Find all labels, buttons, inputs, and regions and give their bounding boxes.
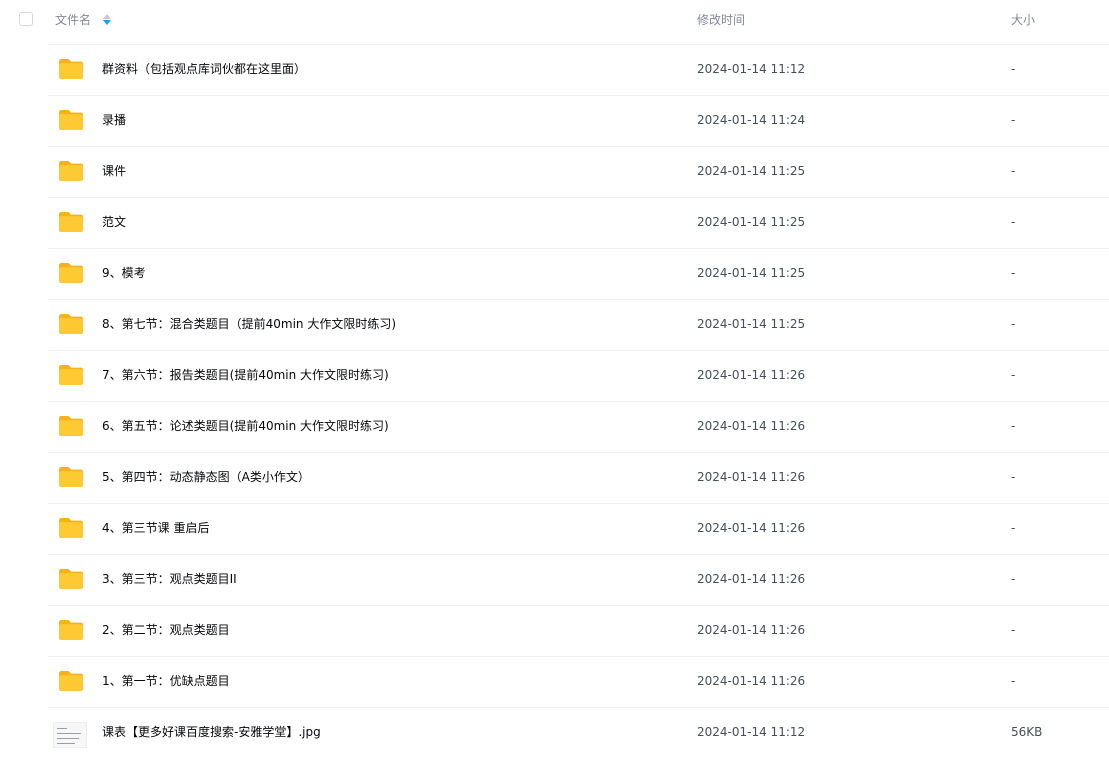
- sort-asc-arrow-icon: [102, 13, 111, 19]
- folder-icon: [58, 517, 84, 539]
- file-row[interactable]: 3、第三节：观点类题目II 2024-01-14 11:26 -: [48, 555, 1109, 606]
- file-modified-time: 2024-01-14 11:12: [697, 62, 806, 76]
- file-size: -: [1011, 266, 1016, 280]
- file-rows: 群资料（包括观点库词伙都在这里面） 2024-01-14 11:12 - 录播 2024…: [0, 45, 1109, 758]
- file-name[interactable]: 课表【更多好课百度搜索-安雅学堂】.jpg: [102, 708, 321, 756]
- file-row[interactable]: 7、第六节：报告类题目(提前40min 大作文限时练习) 2024-01-14 1…: [48, 351, 1109, 402]
- folder-icon: [58, 670, 84, 692]
- file-name[interactable]: 6、第五节：论述类题目(提前40min 大作文限时练习): [102, 402, 389, 450]
- file-row[interactable]: 6、第五节：论述类题目(提前40min 大作文限时练习) 2024-01-14 1…: [48, 402, 1109, 453]
- folder-icon: [58, 415, 84, 437]
- file-row[interactable]: 群资料（包括观点库词伙都在这里面） 2024-01-14 11:12 -: [48, 45, 1109, 96]
- file-row[interactable]: 9、模考 2024-01-14 11:25 -: [48, 249, 1109, 300]
- folder-icon: [58, 313, 84, 335]
- file-modified-time: 2024-01-14 11:26: [697, 368, 806, 382]
- file-name[interactable]: 1、第一节：优缺点题目: [102, 657, 230, 705]
- file-name[interactable]: 7、第六节：报告类题目(提前40min 大作文限时练习): [102, 351, 389, 399]
- file-modified-time: 2024-01-14 11:26: [697, 572, 806, 586]
- folder-icon: [58, 619, 84, 641]
- folder-icon: [58, 466, 84, 488]
- folder-icon: [58, 160, 84, 182]
- file-size: -: [1011, 62, 1016, 76]
- file-size: -: [1011, 419, 1016, 433]
- column-header-name-label: 文件名: [55, 13, 92, 27]
- file-list-table: 文件名 修改时间 大小 群资料（包括观点库词伙都在这里面） 2024-01-14 …: [0, 0, 1109, 758]
- file-modified-time: 2024-01-14 11:26: [697, 521, 806, 535]
- folder-icon: [58, 58, 84, 80]
- column-header-name[interactable]: 文件名: [55, 0, 111, 44]
- folder-icon: [58, 568, 84, 590]
- folder-icon: [58, 364, 84, 386]
- file-row[interactable]: 5、第四节：动态静态图（A类小作文） 2024-01-14 11:26 -: [48, 453, 1109, 504]
- file-name[interactable]: 3、第三节：观点类题目II: [102, 555, 237, 603]
- file-name[interactable]: 4、第三节课 重启后: [102, 504, 209, 552]
- file-modified-time: 2024-01-14 11:25: [697, 266, 806, 280]
- file-row[interactable]: 8、第七节：混合类题目（提前40min 大作文限时练习) 2024-01-14 1…: [48, 300, 1109, 351]
- file-modified-time: 2024-01-14 11:26: [697, 470, 806, 484]
- file-name[interactable]: 范文: [102, 198, 126, 246]
- file-name[interactable]: 5、第四节：动态静态图（A类小作文）: [102, 453, 310, 501]
- file-name[interactable]: 群资料（包括观点库词伙都在这里面）: [102, 45, 306, 93]
- file-size: -: [1011, 317, 1016, 331]
- column-header-time[interactable]: 修改时间: [697, 0, 745, 44]
- file-size: -: [1011, 113, 1016, 127]
- file-size: 56KB: [1011, 725, 1043, 739]
- file-name[interactable]: 课件: [102, 147, 126, 195]
- sort-icon[interactable]: [102, 13, 111, 26]
- file-size: -: [1011, 470, 1016, 484]
- file-name[interactable]: 8、第七节：混合类题目（提前40min 大作文限时练习): [102, 300, 396, 348]
- file-row[interactable]: 4、第三节课 重启后 2024-01-14 11:26 -: [48, 504, 1109, 555]
- file-name[interactable]: 录播: [102, 96, 126, 144]
- column-header-size-label: 大小: [1011, 13, 1036, 27]
- image-thumbnail-icon: [53, 722, 87, 748]
- file-modified-time: 2024-01-14 11:26: [697, 419, 806, 433]
- file-size: -: [1011, 215, 1016, 229]
- file-size: -: [1011, 521, 1016, 535]
- file-size: -: [1011, 674, 1016, 688]
- select-all-checkbox[interactable]: [19, 12, 33, 26]
- folder-icon: [58, 262, 84, 284]
- file-row[interactable]: 范文 2024-01-14 11:25 -: [48, 198, 1109, 249]
- file-row[interactable]: 2、第二节：观点类题目 2024-01-14 11:26 -: [48, 606, 1109, 657]
- file-modified-time: 2024-01-14 11:26: [697, 674, 806, 688]
- sort-desc-arrow-icon: [102, 19, 111, 25]
- folder-icon: [58, 109, 84, 131]
- file-size: -: [1011, 623, 1016, 637]
- file-name[interactable]: 2、第二节：观点类题目: [102, 606, 230, 654]
- file-row[interactable]: 1、第一节：优缺点题目 2024-01-14 11:26 -: [48, 657, 1109, 708]
- file-modified-time: 2024-01-14 11:25: [697, 215, 806, 229]
- file-modified-time: 2024-01-14 11:25: [697, 164, 806, 178]
- file-size: -: [1011, 572, 1016, 586]
- file-row[interactable]: 录播 2024-01-14 11:24 -: [48, 96, 1109, 147]
- file-row[interactable]: 课表【更多好课百度搜索-安雅学堂】.jpg 2024-01-14 11:12 56K…: [48, 708, 1109, 758]
- file-modified-time: 2024-01-14 11:25: [697, 317, 806, 331]
- file-row[interactable]: 课件 2024-01-14 11:25 -: [48, 147, 1109, 198]
- file-size: -: [1011, 164, 1016, 178]
- column-header-time-label: 修改时间: [697, 13, 746, 27]
- file-modified-time: 2024-01-14 11:12: [697, 725, 806, 739]
- column-header-size[interactable]: 大小: [1011, 0, 1035, 44]
- folder-icon: [58, 211, 84, 233]
- file-modified-time: 2024-01-14 11:26: [697, 623, 806, 637]
- file-modified-time: 2024-01-14 11:24: [697, 113, 806, 127]
- file-size: -: [1011, 368, 1016, 382]
- file-name[interactable]: 9、模考: [102, 249, 146, 297]
- table-header: 文件名 修改时间 大小: [48, 0, 1109, 45]
